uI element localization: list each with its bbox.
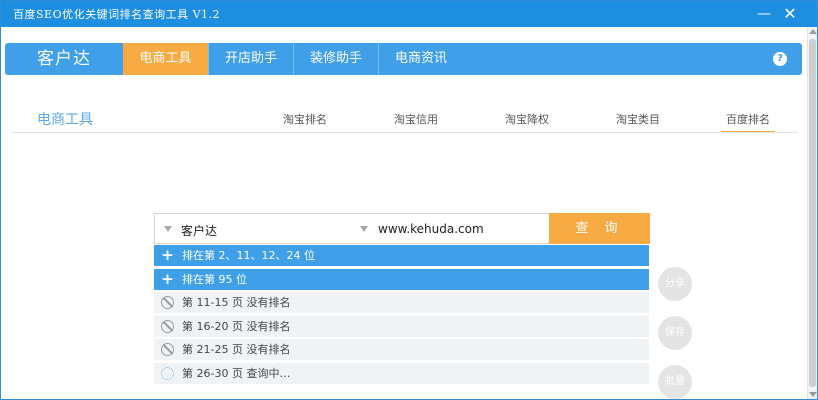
scroll-down-arrow[interactable]: [809, 392, 817, 397]
result-row: 第 11-15 页 没有排名: [154, 292, 649, 313]
result-row[interactable]: + 排在第 95 位: [154, 269, 649, 290]
help-icon[interactable]: ?: [773, 52, 787, 66]
query-button[interactable]: 查 询: [549, 213, 650, 244]
scroll-up-arrow[interactable]: [809, 29, 817, 34]
ban-icon: [161, 320, 174, 333]
result-text: 第 21-25 页 没有排名: [182, 343, 291, 356]
result-row: 第 16-20 页 没有排名: [154, 316, 649, 337]
vertical-scrollbar[interactable]: [807, 27, 817, 399]
spinner-icon: [161, 367, 174, 380]
minimize-button[interactable]: —: [753, 4, 775, 24]
plus-icon: +: [161, 270, 174, 288]
window-title: 百度SEO优化关键词排名查询工具 V1.2: [13, 8, 221, 21]
nav-tab-decoration-assistant[interactable]: 装修助手: [293, 43, 378, 75]
result-text: 排在第 2、11、12、24 位: [182, 249, 315, 262]
result-text: 第 26-30 页 查询中…: [182, 367, 291, 380]
section-title: 电商工具: [37, 112, 93, 128]
subtab-taobao-demotion[interactable]: 淘宝降权: [505, 111, 549, 127]
share-button[interactable]: 分享: [658, 267, 692, 301]
subtab-taobao-credit[interactable]: 淘宝信用: [394, 111, 438, 127]
title-bar: 百度SEO优化关键词排名查询工具 V1.2 — ✕: [1, 1, 817, 27]
ban-icon: [161, 343, 174, 356]
search-form: 客户达 www.kehuda.com 查 询: [154, 213, 650, 244]
brand-logo[interactable]: 客户达: [5, 43, 123, 75]
subtab-baidu-rank[interactable]: 百度排名: [726, 111, 770, 127]
result-row: 第 21-25 页 没有排名: [154, 339, 649, 360]
result-text: 第 11-15 页 没有排名: [182, 296, 291, 309]
nav-tab-shop-assistant[interactable]: 开店助手: [208, 43, 293, 75]
app-window: 百度SEO优化关键词排名查询工具 V1.2 — ✕ 客户达 电商工具 开店助手 …: [0, 0, 818, 400]
batch-button[interactable]: 批量: [658, 365, 692, 399]
ban-icon: [161, 296, 174, 309]
site-input[interactable]: www.kehuda.com: [378, 222, 484, 236]
main-nav: 客户达 电商工具 开店助手 装修助手 电商资讯 ?: [5, 43, 802, 75]
subtab-taobao-category[interactable]: 淘宝类目: [616, 111, 660, 127]
result-text: 第 16-20 页 没有排名: [182, 320, 291, 333]
scrollbar-thumb[interactable]: [809, 39, 816, 387]
site-dropdown-icon[interactable]: [360, 226, 368, 232]
nav-tab-ecommerce-news[interactable]: 电商资讯: [378, 43, 463, 75]
plus-icon: +: [161, 246, 174, 264]
save-button[interactable]: 保存: [658, 316, 692, 350]
nav-tab-ecommerce-tools[interactable]: 电商工具: [123, 43, 208, 75]
result-row: 第 26-30 页 查询中…: [154, 363, 649, 384]
result-text: 排在第 95 位: [182, 273, 247, 286]
section-divider: [11, 132, 798, 133]
subtab-taobao-rank[interactable]: 淘宝排名: [283, 111, 327, 127]
close-button[interactable]: ✕: [779, 4, 801, 24]
keyword-dropdown-icon[interactable]: [164, 226, 172, 232]
keyword-input[interactable]: 客户达: [181, 222, 217, 239]
result-row[interactable]: + 排在第 2、11、12、24 位: [154, 245, 649, 266]
